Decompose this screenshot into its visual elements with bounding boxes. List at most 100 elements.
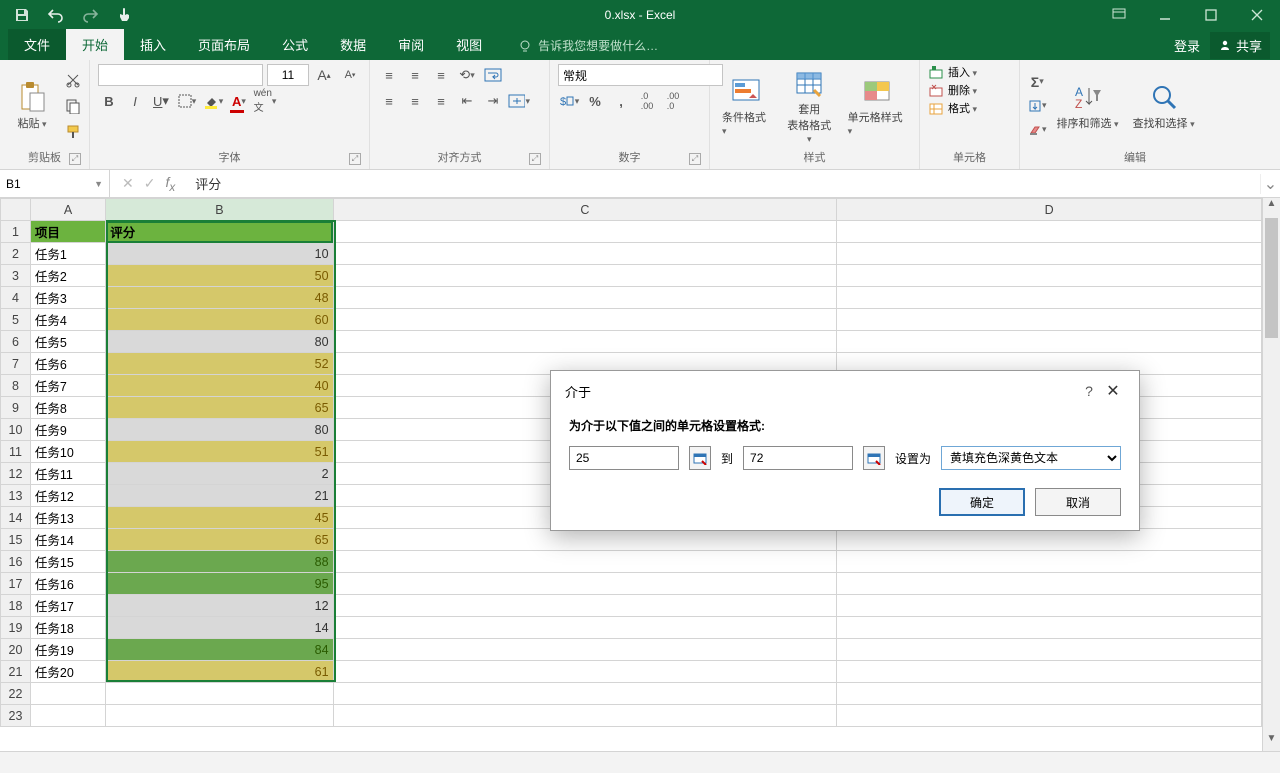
cancel-formula-icon[interactable]: ✕ <box>122 175 134 192</box>
align-launcher-icon[interactable]: ⤢ <box>529 153 541 165</box>
row-header-7[interactable]: 7 <box>1 353 31 375</box>
ok-button[interactable]: 确定 <box>939 488 1025 516</box>
cell-C23[interactable] <box>333 705 837 727</box>
cell-B14[interactable]: 45 <box>106 507 333 529</box>
cell-B11[interactable]: 51 <box>106 441 333 463</box>
number-launcher-icon[interactable]: ⤢ <box>689 153 701 165</box>
underline-icon[interactable]: U▾ <box>150 90 172 112</box>
cell-A20[interactable]: 任务19 <box>30 639 105 661</box>
cell-C6[interactable] <box>333 331 837 353</box>
cell-A12[interactable]: 任务11 <box>30 463 105 485</box>
cell-D23[interactable] <box>837 705 1262 727</box>
paste-button[interactable]: 粘贴 <box>8 79 56 133</box>
row-header-14[interactable]: 14 <box>1 507 31 529</box>
align-top-icon[interactable]: ≡ <box>378 64 400 86</box>
minimize-icon[interactable] <box>1142 0 1188 30</box>
tell-me[interactable]: 告诉我您想要做什么… <box>518 31 658 60</box>
decrease-indent-icon[interactable]: ⇤ <box>456 90 478 112</box>
tab-file[interactable]: 文件 <box>8 29 66 60</box>
to-ref-picker-icon[interactable] <box>863 446 885 470</box>
cell-B21[interactable]: 61 <box>106 661 333 683</box>
increase-indent-icon[interactable]: ⇥ <box>482 90 504 112</box>
cell-C2[interactable] <box>333 243 837 265</box>
row-header-18[interactable]: 18 <box>1 595 31 617</box>
cell-A16[interactable]: 任务15 <box>30 551 105 573</box>
cell-C22[interactable] <box>333 683 837 705</box>
format-painter-icon[interactable] <box>62 121 84 143</box>
cell-B12[interactable]: 2 <box>106 463 333 485</box>
cell-A3[interactable]: 任务2 <box>30 265 105 287</box>
cell-C16[interactable] <box>333 551 837 573</box>
cell-A5[interactable]: 任务4 <box>30 309 105 331</box>
cell-A18[interactable]: 任务17 <box>30 595 105 617</box>
cell-D4[interactable] <box>837 287 1262 309</box>
row-header-8[interactable]: 8 <box>1 375 31 397</box>
find-select-button[interactable]: 查找和选择 <box>1129 79 1199 133</box>
cell-D22[interactable] <box>837 683 1262 705</box>
col-header-D[interactable]: D <box>837 199 1262 221</box>
cell-A14[interactable]: 任务13 <box>30 507 105 529</box>
align-left-icon[interactable]: ≡ <box>378 90 400 112</box>
cell-C3[interactable] <box>333 265 837 287</box>
align-bottom-icon[interactable]: ≡ <box>430 64 452 86</box>
tab-view[interactable]: 视图 <box>440 29 498 60</box>
close-icon[interactable] <box>1234 0 1280 30</box>
cell-D17[interactable] <box>837 573 1262 595</box>
row-header-21[interactable]: 21 <box>1 661 31 683</box>
delete-cells-button[interactable]: 删除 <box>928 82 1011 98</box>
cell-D18[interactable] <box>837 595 1262 617</box>
increase-decimal-icon[interactable]: .0.00 <box>636 90 658 112</box>
vertical-scrollbar[interactable]: ▲ ▼ <box>1262 198 1280 751</box>
cell-A1[interactable]: 项目 <box>30 221 105 243</box>
phonetic-icon[interactable]: wén文 <box>254 90 276 112</box>
autosum-icon[interactable]: Σ <box>1028 71 1047 93</box>
tab-formulas[interactable]: 公式 <box>266 29 324 60</box>
cell-A8[interactable]: 任务7 <box>30 375 105 397</box>
insert-cells-button[interactable]: 插入 <box>928 64 1011 80</box>
touch-mode-icon[interactable] <box>112 3 136 27</box>
cell-B13[interactable]: 21 <box>106 485 333 507</box>
cell-B10[interactable]: 80 <box>106 419 333 441</box>
row-header-1[interactable]: 1 <box>1 221 31 243</box>
col-header-C[interactable]: C <box>333 199 837 221</box>
confirm-formula-icon[interactable]: ✓ <box>144 175 156 192</box>
tab-home[interactable]: 开始 <box>66 29 124 60</box>
font-launcher-icon[interactable]: ⤢ <box>349 153 361 165</box>
from-ref-picker-icon[interactable] <box>689 446 711 470</box>
merge-icon[interactable] <box>508 90 530 112</box>
align-center-icon[interactable]: ≡ <box>404 90 426 112</box>
cell-B3[interactable]: 50 <box>106 265 333 287</box>
cell-B19[interactable]: 14 <box>106 617 333 639</box>
cell-A7[interactable]: 任务6 <box>30 353 105 375</box>
cell-B20[interactable]: 84 <box>106 639 333 661</box>
decrease-decimal-icon[interactable]: .00.0 <box>662 90 684 112</box>
cell-A21[interactable]: 任务20 <box>30 661 105 683</box>
expand-formula-icon[interactable]: ⌄ <box>1260 174 1280 194</box>
cell-A11[interactable]: 任务10 <box>30 441 105 463</box>
scroll-down-icon[interactable]: ▼ <box>1263 733 1280 751</box>
fill-color-icon[interactable] <box>202 90 224 112</box>
cell-A10[interactable]: 任务9 <box>30 419 105 441</box>
row-header-11[interactable]: 11 <box>1 441 31 463</box>
cell-C18[interactable] <box>333 595 837 617</box>
row-header-17[interactable]: 17 <box>1 573 31 595</box>
cell-B22[interactable] <box>106 683 333 705</box>
cell-B17[interactable]: 95 <box>106 573 333 595</box>
cell-C1[interactable] <box>333 221 837 243</box>
row-header-12[interactable]: 12 <box>1 463 31 485</box>
cell-A4[interactable]: 任务3 <box>30 287 105 309</box>
col-header-A[interactable]: A <box>30 199 105 221</box>
cell-B16[interactable]: 88 <box>106 551 333 573</box>
tab-insert[interactable]: 插入 <box>124 29 182 60</box>
cell-A9[interactable]: 任务8 <box>30 397 105 419</box>
comma-icon[interactable]: , <box>610 90 632 112</box>
to-value-input[interactable] <box>743 446 853 470</box>
row-header-15[interactable]: 15 <box>1 529 31 551</box>
cell-B5[interactable]: 60 <box>106 309 333 331</box>
row-header-19[interactable]: 19 <box>1 617 31 639</box>
undo-icon[interactable] <box>44 3 68 27</box>
cell-C17[interactable] <box>333 573 837 595</box>
row-header-5[interactable]: 5 <box>1 309 31 331</box>
cell-A17[interactable]: 任务16 <box>30 573 105 595</box>
col-header-B[interactable]: B <box>106 199 333 221</box>
